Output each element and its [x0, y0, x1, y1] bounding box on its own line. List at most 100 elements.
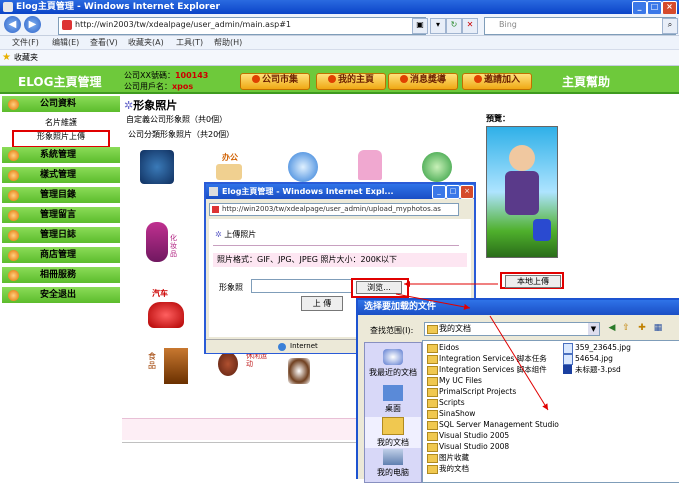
orange-bullet-icon: [8, 99, 19, 110]
new-folder-icon[interactable]: ✚: [636, 322, 648, 334]
invite-button[interactable]: 邀請加入: [462, 73, 532, 90]
list-item[interactable]: Integration Services 脚本组件: [427, 365, 547, 375]
thumb-office[interactable]: [216, 164, 242, 180]
popup-maximize-button[interactable]: □: [446, 185, 460, 199]
menu-tools[interactable]: 工具(T): [176, 36, 203, 50]
maximize-button[interactable]: □: [647, 1, 662, 15]
look-in-value: 我的文档: [439, 324, 471, 333]
play-icon: [327, 75, 336, 83]
list-item[interactable]: 我的文档: [427, 464, 469, 474]
help-link[interactable]: 主頁幫助: [562, 73, 610, 90]
list-item[interactable]: SQL Server Management Studio: [427, 420, 559, 430]
thumb-coffee[interactable]: [288, 358, 310, 384]
play-icon: [399, 75, 408, 83]
search-icon[interactable]: ⌕: [662, 18, 678, 34]
place-my-documents[interactable]: 我的文档: [365, 417, 421, 448]
company-market-button[interactable]: 公司市集: [240, 73, 310, 90]
sidebar-item-photo-upload[interactable]: 形象照片上傳: [12, 130, 110, 148]
list-item[interactable]: My UC Files: [427, 376, 482, 386]
file-dialog-title: 选择要加载的文件: [358, 300, 679, 315]
up-folder-icon[interactable]: ⇧: [620, 322, 632, 334]
local-upload-button[interactable]: 本地上傳: [505, 275, 561, 288]
list-item[interactable]: PrimalScript Projects: [427, 387, 516, 397]
message-button[interactable]: 消息獎導: [388, 73, 458, 90]
place-my-computer[interactable]: 我的电脑: [365, 449, 421, 478]
place-my-documents-label: 我的文档: [377, 438, 409, 447]
favorites-label[interactable]: 收藏夹: [14, 53, 38, 62]
dropdown-icon[interactable]: ▾: [430, 18, 446, 34]
address-input[interactable]: http://win2003/tw/xdealpage/user_admin/m…: [58, 17, 426, 35]
place-recent[interactable]: 我最近的文档: [365, 349, 421, 378]
orange-bullet-icon: [8, 150, 19, 161]
my-homepage-button[interactable]: 我的主頁: [316, 73, 386, 90]
look-in-select[interactable]: 我的文档 ▼: [424, 322, 600, 336]
favorites-bar: ★ 收藏夹: [0, 50, 679, 66]
thumb-beauty[interactable]: [146, 222, 168, 262]
place-desktop[interactable]: 桌面: [365, 385, 421, 414]
menu-edit[interactable]: 编辑(E): [52, 36, 79, 50]
orange-bullet-icon: [8, 250, 19, 261]
list-item[interactable]: Visual Studio 2005: [427, 431, 509, 441]
list-item[interactable]: Scripts: [427, 398, 465, 408]
avatar-body: [505, 171, 539, 215]
popup-minimize-button[interactable]: _: [432, 185, 446, 199]
thumb-sport[interactable]: [218, 352, 238, 376]
sidebar-group-store[interactable]: 商店管理: [2, 247, 120, 264]
minimize-button[interactable]: _: [632, 1, 647, 15]
popup-address-input[interactable]: http://win2003/tw/xdealpage/user_admin/u…: [209, 203, 459, 216]
menu-help[interactable]: 帮助(H): [214, 36, 242, 50]
account-value: 100143: [174, 71, 209, 80]
search-input[interactable]: Bing: [484, 17, 676, 35]
compat-icon[interactable]: ▣: [412, 18, 428, 34]
thumb-car[interactable]: [148, 302, 184, 328]
list-item[interactable]: 未标题-3.psd: [563, 365, 621, 375]
folder-icon: [427, 388, 438, 397]
my-computer-icon: [383, 449, 403, 465]
sidebar-group-catalog[interactable]: 管理目錄: [2, 187, 120, 204]
list-item[interactable]: Visual Studio 2008: [427, 442, 509, 452]
thumb-food[interactable]: [164, 348, 188, 384]
sidebar-group-style[interactable]: 樣式管理: [2, 167, 120, 184]
menu-favorites[interactable]: 收藏夹(A): [128, 36, 164, 50]
company-market-label: 公司市集: [261, 75, 298, 85]
upload-button[interactable]: 上 傳: [301, 296, 343, 311]
refresh-icon[interactable]: ↻: [446, 18, 462, 34]
popup-close-button[interactable]: ×: [460, 185, 474, 199]
sidebar-group-logout[interactable]: 安全退出: [2, 287, 120, 304]
close-button[interactable]: ×: [662, 1, 677, 15]
forward-button[interactable]: ▶: [24, 16, 41, 33]
sidebar-group-journal[interactable]: 管理日誌: [2, 227, 120, 244]
thumb-leaf[interactable]: [422, 152, 452, 182]
thumb-food-label: 食品: [148, 352, 156, 370]
sidebar-group-company[interactable]: 公司資料: [2, 96, 120, 113]
sidebar-group-messages[interactable]: 管理留言: [2, 207, 120, 224]
list-item-label: PrimalScript Projects: [439, 387, 517, 396]
back-button[interactable]: ◀: [4, 16, 21, 33]
list-item[interactable]: 359_23645.jpg: [563, 343, 631, 354]
stop-icon[interactable]: ✕: [462, 18, 478, 34]
browse-button[interactable]: 浏览...: [356, 281, 402, 294]
preview-image: [486, 126, 558, 258]
menu-file[interactable]: 文件(F): [12, 36, 39, 50]
menu-bar: 文件(F) 编辑(E) 查看(V) 收藏夹(A) 工具(T) 帮助(H): [0, 36, 679, 50]
folder-icon: [427, 432, 438, 441]
list-item-label: Integration Services 脚本任务: [439, 354, 547, 363]
menu-view[interactable]: 查看(V): [90, 36, 118, 50]
sidebar-item-business-card[interactable]: 名片維護: [2, 115, 120, 130]
sidebar-group-album[interactable]: 相冊服務: [2, 267, 120, 284]
photo-file-input[interactable]: [251, 279, 353, 293]
list-item-label: Eidos: [439, 343, 460, 352]
thumb-shirt[interactable]: [358, 150, 382, 180]
list-item[interactable]: Integration Services 脚本任务: [427, 354, 547, 364]
list-item[interactable]: 图片收藏: [427, 453, 469, 463]
back-icon[interactable]: ◀: [606, 322, 618, 334]
list-item[interactable]: 54654.jpg: [563, 354, 613, 365]
list-item[interactable]: SinaShow: [427, 409, 475, 419]
sidebar-group-system[interactable]: 系統管理: [2, 147, 120, 164]
thumb-globe[interactable]: [288, 152, 318, 182]
thumb-environment[interactable]: [140, 150, 174, 184]
list-item[interactable]: Eidos: [427, 343, 459, 353]
view-menu-icon[interactable]: ▦: [652, 322, 664, 334]
folder-icon: [427, 421, 438, 430]
custom-photo-count: 自定義公司形象照（共0個）: [126, 115, 228, 124]
